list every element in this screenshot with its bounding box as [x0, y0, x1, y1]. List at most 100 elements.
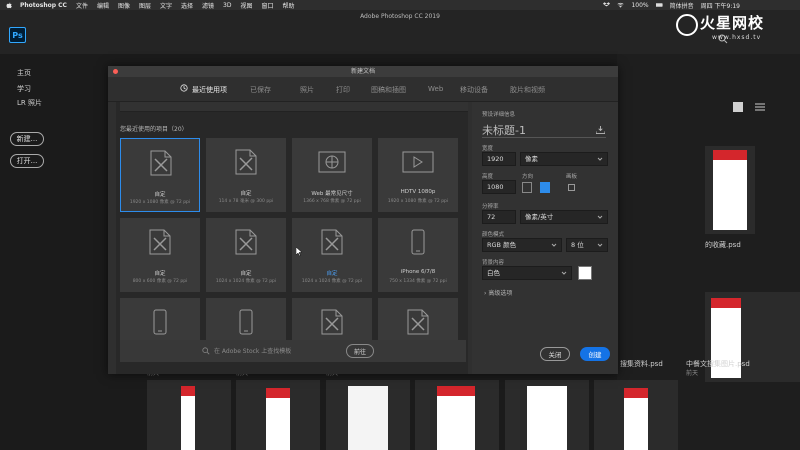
preset-card[interactable]: Web 最常见尺寸 1366 x 768 像素 @ 72 ppi [292, 138, 372, 212]
recent-file-name[interactable]: 搜集资料.psd [620, 359, 663, 369]
apple-icon[interactable] [6, 2, 12, 9]
document-name-field[interactable]: 未标题-1 [482, 122, 526, 138]
stock-search-bar: 在 Adobe Stock 上查找模板 前往 [120, 340, 466, 362]
recent-file-thumbnail[interactable] [326, 380, 410, 450]
height-input[interactable]: 1080 [482, 180, 516, 194]
nav-home[interactable]: 主页 [17, 68, 31, 78]
new-button[interactable]: 新建... [10, 132, 44, 146]
color-mode-select[interactable]: RGB 颜色 [482, 238, 562, 252]
preset-card[interactable] [120, 298, 200, 342]
menu-layer[interactable]: 图层 [139, 1, 151, 10]
menu-filter[interactable]: 滤镜 [202, 1, 214, 10]
preset-card-label: Web 最常见尺寸 [311, 191, 353, 197]
preset-card[interactable]: 自定 1024 x 1024 像素 @ 72 ppi [292, 218, 372, 292]
recent-file-thumbnail[interactable] [415, 380, 499, 450]
recent-file-name[interactable]: 的收藏.psd [705, 240, 741, 250]
preset-card-size: 750 x 1334 像素 @ 72 ppi [389, 279, 447, 284]
tab-saved[interactable]: 已保存 [250, 85, 271, 95]
tab-film-video[interactable]: 胶片和视频 [510, 85, 545, 95]
preset-card[interactable]: 自定 1920 x 1080 像素 @ 72 ppi [120, 138, 200, 212]
tab-web[interactable]: Web [428, 85, 443, 93]
preset-card-size: 1920 x 1080 像素 @ 72 ppi [387, 199, 449, 204]
menu-view[interactable]: 视图 [240, 1, 252, 10]
grid-view-icon[interactable] [733, 102, 743, 112]
width-label: 宽度 [482, 146, 494, 152]
stock-search-input[interactable]: 在 Adobe Stock 上查找模板 [214, 346, 291, 355]
resolution-label: 分辨率 [482, 204, 499, 210]
preset-card-label: 自定 [240, 271, 252, 277]
recent-file-thumbnail[interactable] [505, 380, 589, 450]
menu-file[interactable]: 文件 [76, 1, 88, 10]
tab-art-illustration[interactable]: 图稿和插图 [371, 85, 406, 95]
width-unit-value: 像素 [525, 155, 538, 163]
dropbox-icon[interactable] [603, 2, 611, 8]
wifi-icon[interactable] [617, 2, 624, 8]
menu-edit[interactable]: 编辑 [97, 1, 109, 10]
save-preset-icon[interactable] [596, 126, 605, 134]
create-button[interactable]: 创建 [580, 347, 610, 361]
recent-file-thumbnail[interactable] [705, 146, 755, 234]
tab-photo[interactable]: 照片 [300, 85, 314, 95]
menu-app[interactable]: Photoshop CC [20, 2, 67, 9]
background-contents-select[interactable]: 白色 [482, 266, 572, 280]
tab-mobile[interactable]: 移动设备 [460, 85, 488, 95]
photoshop-logo: Ps [9, 27, 26, 43]
dialog-close-button[interactable] [113, 69, 118, 74]
resolution-unit-value: 像素/英寸 [525, 213, 554, 221]
tab-print[interactable]: 打印 [336, 85, 350, 95]
preset-card[interactable]: 自定 1024 x 1024 像素 @ 72 ppi [206, 218, 286, 292]
preset-tabs: 最近使用项 已保存 照片 打印 图稿和插图 Web 移动设备 胶片和视频 [108, 77, 618, 102]
recent-file-thumbnail[interactable] [594, 380, 678, 450]
landscape-orientation-icon[interactable] [540, 182, 550, 193]
go-button[interactable]: 前往 [346, 344, 374, 358]
chevron-down-icon [597, 243, 603, 247]
preset-card-label: 自定 [154, 271, 166, 277]
document-name-underline [482, 137, 606, 138]
width-input[interactable]: 1920 [482, 152, 516, 166]
menu-type[interactable]: 文字 [160, 1, 172, 10]
recent-file-date: 前天 [686, 370, 699, 377]
menu-select[interactable]: 选择 [181, 1, 193, 10]
preset-card-size: 114 x 78 毫米 @ 300 ppi [218, 199, 274, 204]
menu-window[interactable]: 窗口 [262, 1, 274, 10]
chevron-down-icon [597, 157, 603, 161]
recent-file-thumbnail[interactable] [147, 380, 231, 450]
recent-file-thumbnail[interactable] [236, 380, 320, 450]
dialog-title: 新建文档 [108, 66, 618, 77]
background-color-swatch[interactable] [578, 266, 592, 280]
preset-card[interactable] [292, 298, 372, 342]
preset-card[interactable]: iPhone 6/7/8 750 x 1334 像素 @ 72 ppi [378, 218, 458, 292]
preset-card[interactable] [206, 298, 286, 342]
background-contents-label: 背景内容 [482, 260, 505, 266]
search-icon [202, 347, 210, 355]
nav-learn[interactable]: 学习 [17, 84, 31, 94]
menu-image[interactable]: 图像 [118, 1, 130, 10]
menu-3d[interactable]: 3D [223, 2, 231, 9]
battery-percent: 100% [631, 1, 649, 9]
resolution-unit-select[interactable]: 像素/英寸 [520, 210, 608, 224]
watermark-logo-icon [676, 14, 698, 36]
tab-recent[interactable]: 最近使用项 [192, 85, 227, 95]
preset-card[interactable]: 自定 800 x 600 像素 @ 72 ppi [120, 218, 200, 292]
list-view-icon[interactable] [755, 102, 765, 112]
close-button[interactable]: 关闭 [540, 347, 570, 361]
preset-card-label: 自定 [326, 271, 338, 277]
open-button[interactable]: 打开... [10, 154, 44, 168]
battery-icon[interactable] [655, 2, 663, 8]
resolution-input[interactable]: 72 [482, 210, 516, 224]
artboard-label: 画板 [566, 174, 578, 180]
nav-lr-photos[interactable]: LR 照片 [17, 98, 42, 108]
advanced-options-toggle[interactable]: › 高级选项 [484, 288, 512, 297]
preset-card[interactable] [378, 298, 458, 342]
bit-depth-select[interactable]: 8 位 [566, 238, 608, 252]
menu-help[interactable]: 帮助 [283, 1, 295, 10]
portrait-orientation-icon[interactable] [522, 182, 532, 193]
preset-card-size: 1024 x 1024 像素 @ 72 ppi [215, 279, 277, 284]
artboard-checkbox[interactable] [568, 184, 575, 191]
preset-card[interactable]: 自定 114 x 78 毫米 @ 300 ppi [206, 138, 286, 212]
input-method[interactable]: 简体拼音 [670, 1, 694, 10]
width-unit-select[interactable]: 像素 [520, 152, 608, 166]
orientation-label: 方向 [522, 174, 534, 180]
clock[interactable]: 周四 下午9:19 [701, 1, 740, 10]
preset-card[interactable]: HDTV 1080p 1920 x 1080 像素 @ 72 ppi [378, 138, 458, 212]
